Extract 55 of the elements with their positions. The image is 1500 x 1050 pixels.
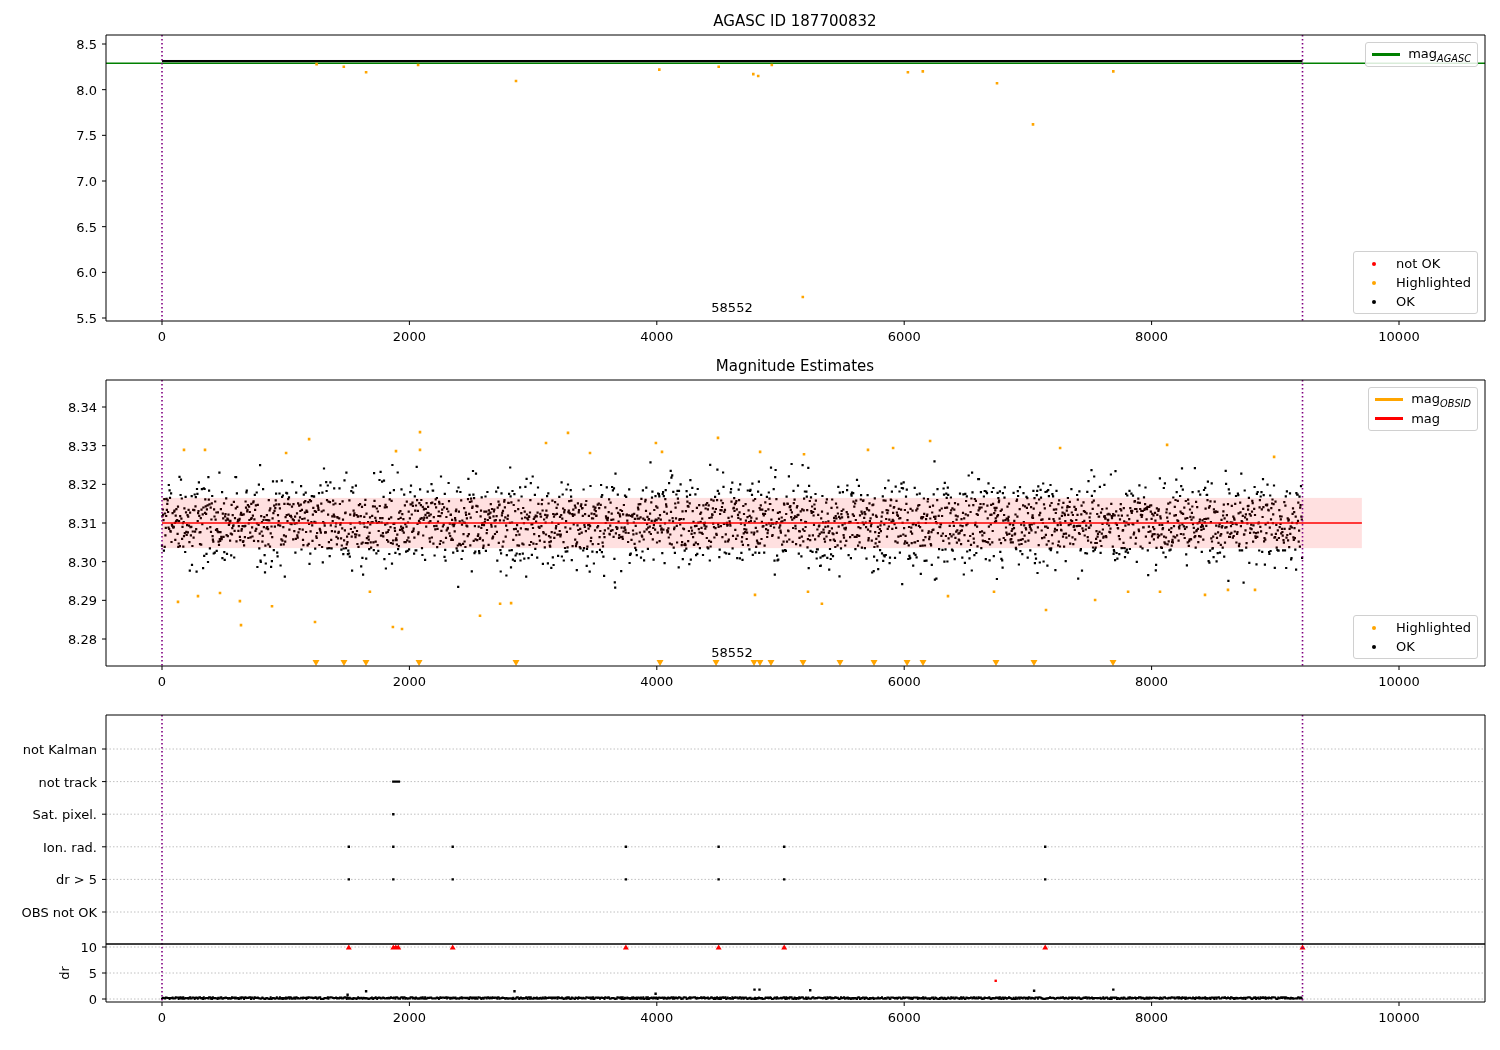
tick-label: 4000 [640,674,674,689]
chart-title: Magnitude Estimates [715,357,875,375]
legend-label: OK [1396,294,1415,309]
axis-label: dr [57,966,72,980]
legend-label: Highlighted [1396,620,1471,635]
tick-label: 8000 [1135,329,1169,344]
tick-label: 4000 [640,1010,674,1025]
tick-label: 5.5 [76,311,97,326]
tick-label: 6000 [887,329,921,344]
tick-label: 8.31 [68,516,97,531]
tick-label: 8.32 [68,477,97,493]
tick-label: dr > 5 [55,872,97,888]
tick-label: 5 [88,966,97,981]
tick-label: 6000 [887,674,921,689]
tick-label: 7.5 [76,128,97,144]
annotation-text: 58552 [711,300,753,315]
not-ok-point [994,979,997,982]
legend-label: mag$_{AGASC}$ [1408,45,1471,64]
legend-label: mag [1411,411,1441,426]
tick-label: 2000 [392,1010,426,1025]
tick-label: 6.0 [76,265,97,281]
tick-label: 0 [157,674,167,689]
tick-label: not Kalman [22,742,97,757]
legend-label: mag$_{OBSID}$ [1411,390,1471,409]
tick-label: 6.5 [76,219,97,235]
tick-label: 10000 [1378,674,1420,689]
tick-label: 6000 [887,1010,921,1025]
tick-label: 10000 [1378,1010,1420,1025]
tick-label: not track [38,774,97,790]
legend-label: OK [1396,639,1415,654]
tick-label: 10 [80,940,97,955]
tick-label: 7.0 [76,174,97,189]
tick-label: OBS not OK [21,905,97,920]
tick-label: 10000 [1378,329,1420,344]
legend-label: Highlighted [1396,275,1471,290]
tick-label: 8.34 [68,400,97,415]
tick-label: 2000 [392,329,426,344]
tick-label: 8000 [1135,674,1169,689]
tick-label: 8.0 [76,82,97,98]
tick-label: 8.5 [76,37,97,52]
tick-label: 8.33 [68,438,97,454]
annotation-text: 58552 [711,645,753,660]
legend-label: not OK [1396,256,1441,271]
tick-label: 8.30 [68,554,97,570]
tick-label: Sat. pixel. [32,807,97,823]
chart-title: AGASC ID 187700832 [713,12,877,30]
tick-label: 0 [157,329,167,344]
tick-label: Ion. rad. [43,839,97,855]
tick-label: 8.28 [68,632,97,647]
tick-label: 4000 [640,329,674,344]
tick-label: 8000 [1135,1010,1169,1025]
tick-label: 8.29 [68,593,97,609]
tick-label: 0 [157,1010,167,1025]
tick-label: 0 [88,992,97,1007]
tick-label: 2000 [392,674,426,689]
